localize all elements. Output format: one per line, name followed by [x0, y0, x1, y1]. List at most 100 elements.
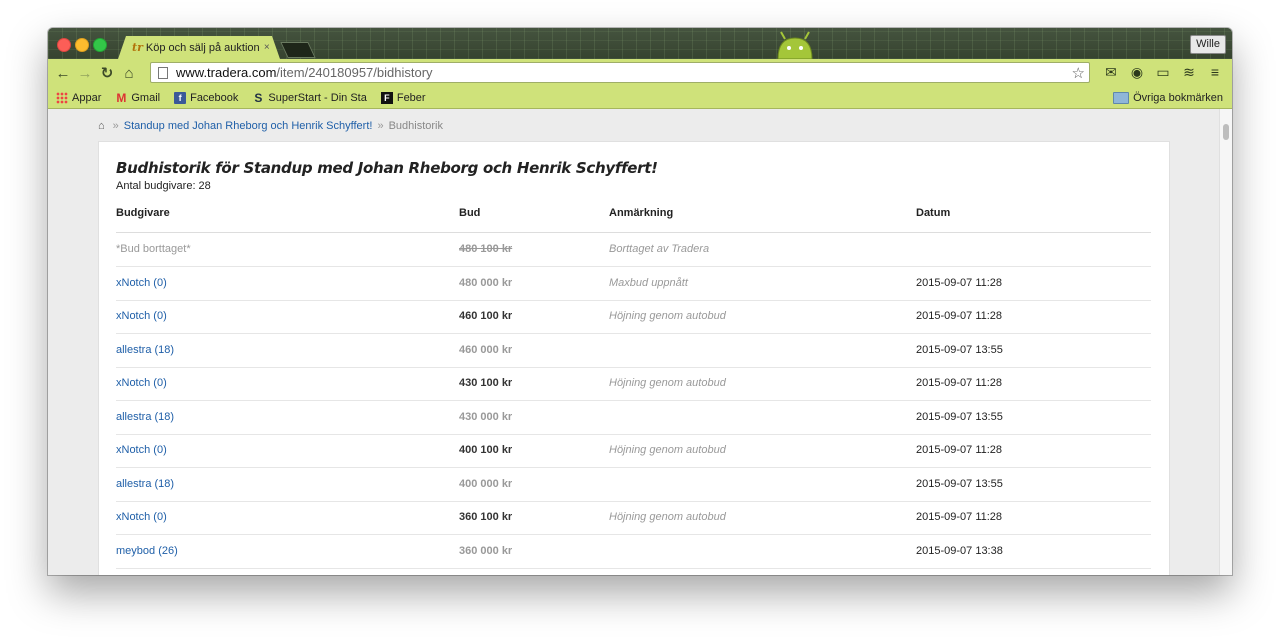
- feber-icon: F: [380, 91, 393, 104]
- bid-amount: 400 000 kr: [459, 477, 513, 490]
- tab-close-icon[interactable]: ×: [264, 42, 270, 53]
- minimize-window-button[interactable]: [75, 38, 89, 52]
- breadcrumb: ⌂ » Standup med Johan Rheborg och Henrik…: [98, 120, 443, 132]
- breadcrumb-separator: »: [377, 120, 384, 132]
- bid-date: 2015-09-07 11:28: [916, 276, 1003, 289]
- bidder-link[interactable]: xNotch (0): [116, 444, 167, 456]
- scrollbar-thumb[interactable]: [1223, 124, 1229, 140]
- apps-icon: [56, 91, 68, 104]
- address-bar[interactable]: www.tradera.com/item/240180957/bidhistor…: [150, 62, 1090, 83]
- tradera-favicon-icon: tr: [132, 41, 143, 54]
- bid-history-panel: Budhistorik för Standup med Johan Rhebor…: [98, 141, 1170, 575]
- bookmark-feber[interactable]: F Feber: [380, 91, 426, 104]
- home-icon[interactable]: ⌂: [98, 120, 105, 132]
- back-arrow-icon[interactable]: ←: [52, 65, 74, 82]
- breadcrumb-separator: »: [112, 120, 119, 132]
- table-row: xNotch (0) 400 100 kr Höjning genom autobu…: [116, 434, 1151, 468]
- bidder-link[interactable]: allestra (18): [116, 478, 174, 490]
- tab-title: Köp och sälj på auktion &: [145, 41, 262, 54]
- tab-strip: tr Köp och sälj på auktion & × Wille: [48, 28, 1232, 59]
- table-row: xNotch (0) 430 100 kr Höjning genom autobu…: [116, 367, 1151, 401]
- bid-note: Höjning genom autobud: [609, 444, 726, 456]
- home-icon[interactable]: ⌂: [118, 65, 140, 82]
- header-note: Anmärkning: [609, 207, 674, 219]
- cast-icon[interactable]: ▭: [1154, 63, 1172, 81]
- bid-note: Höjning genom autobud: [609, 310, 726, 322]
- bidder-link[interactable]: allestra (18): [116, 411, 174, 423]
- bookmarks-bar: Appar M Gmail f Facebook S SuperStart - …: [48, 87, 1232, 109]
- bid-note: Maxbud uppnått: [609, 276, 688, 289]
- bid-amount: 360 000 kr: [459, 544, 513, 557]
- new-tab-button[interactable]: [280, 42, 316, 58]
- zoom-window-button[interactable]: [93, 38, 107, 52]
- bookmark-facebook[interactable]: f Facebook: [174, 91, 239, 104]
- bid-note: Höjning genom autobud: [609, 377, 726, 389]
- bid-date: 2015-09-07 11:28: [916, 310, 1003, 322]
- bid-amount: 400 100 kr: [459, 444, 513, 456]
- profile-button[interactable]: Wille: [1190, 35, 1226, 54]
- active-tab[interactable]: tr Köp och sälj på auktion & ×: [118, 36, 280, 59]
- bidder-link[interactable]: xNotch (0): [116, 377, 167, 389]
- close-window-button[interactable]: [57, 38, 71, 52]
- table-row: xNotch (0) 460 100 kr Höjning genom autobu…: [116, 300, 1151, 334]
- header-bid: Bud: [459, 207, 481, 219]
- android-theme-icon: [777, 31, 813, 59]
- reload-icon[interactable]: ↻: [96, 64, 118, 82]
- bid-note: Höjning genom autobud: [609, 511, 726, 523]
- bookmark-label: Feber: [396, 91, 426, 104]
- extension-icon[interactable]: ◉: [1128, 63, 1146, 81]
- bid-date: 2015-09-07 11:28: [916, 444, 1003, 456]
- table-header: Budgivare Bud Anmärkning Datum: [116, 207, 1151, 233]
- bookmark-gmail[interactable]: M Gmail: [115, 90, 161, 105]
- page-content: ⌂ » Standup med Johan Rheborg och Henrik…: [48, 109, 1220, 575]
- bid-amount: 360 100 kr: [459, 511, 513, 523]
- page-icon: [158, 66, 168, 79]
- gmail-extension-icon[interactable]: ✉: [1102, 63, 1120, 81]
- bidder-link[interactable]: xNotch (0): [116, 511, 167, 523]
- menu-icon[interactable]: ≡: [1206, 63, 1224, 81]
- bid-date: 2015-09-07 13:55: [916, 477, 1003, 490]
- table-row: allestra (18) 430 000 kr 2015-09-07 13:55: [116, 401, 1151, 435]
- table-row: *Bud borttaget* 480 100 kr Borttaget av Tr…: [116, 233, 1151, 267]
- folder-icon: [1113, 91, 1130, 104]
- bookmark-star-icon[interactable]: ☆: [1072, 64, 1085, 82]
- bid-date: 2015-09-07 13:55: [916, 343, 1003, 356]
- buffer-icon[interactable]: ≋: [1180, 63, 1198, 81]
- bookmark-label: Appar: [72, 91, 102, 104]
- bid-date: 2015-09-07 13:55: [916, 410, 1003, 423]
- bookmark-label: Facebook: [190, 91, 239, 104]
- table-row: allestra (18) 460 000 kr 2015-09-07 13:55: [116, 334, 1151, 368]
- table-row: meybod (26) 360 000 kr 2015-09-07 13:38: [116, 535, 1151, 569]
- url-path: /item/240180957/bidhistory: [276, 65, 433, 80]
- forward-arrow-icon[interactable]: →: [74, 65, 96, 82]
- bookmark-label: SuperStart - Din Sta: [268, 91, 367, 104]
- scrollbar[interactable]: [1219, 109, 1232, 575]
- url-host: www.tradera.com: [176, 65, 277, 80]
- other-bookmarks-label: Övriga bokmärken: [1133, 91, 1223, 104]
- bid-amount: 430 000 kr: [459, 410, 513, 423]
- bid-date: 2015-09-07 11:28: [916, 511, 1003, 523]
- bid-amount: 460 100 kr: [459, 310, 513, 322]
- breadcrumb-item-link[interactable]: Standup med Johan Rheborg och Henrik Sch…: [124, 120, 373, 132]
- bid-amount: 480 100 kr: [459, 243, 513, 255]
- gmail-icon: M: [116, 90, 127, 105]
- bookmark-superstart[interactable]: S SuperStart - Din Sta: [252, 91, 367, 105]
- header-date: Datum: [916, 207, 951, 219]
- bookmark-apps[interactable]: Appar: [56, 91, 102, 104]
- browser-toolbar: ← → ↻ ⌂ www.tradera.com/item/240180957/b…: [48, 59, 1232, 87]
- extensions-area: ✉ ◉ ▭ ≋ ≡: [1102, 63, 1224, 81]
- bookmark-label: Gmail: [131, 91, 161, 104]
- other-bookmarks[interactable]: Övriga bokmärken: [1113, 91, 1223, 104]
- bidder-link[interactable]: xNotch (0): [116, 310, 167, 322]
- bidder-link[interactable]: xNotch (0): [116, 277, 167, 289]
- bidder-link[interactable]: allestra (18): [116, 344, 174, 356]
- page-title: Budhistorik för Standup med Johan Rhebor…: [116, 159, 658, 177]
- url-text: www.tradera.com/item/240180957/bidhistor…: [176, 65, 433, 80]
- bid-amount: 480 000 kr: [459, 276, 513, 289]
- bidder-link[interactable]: meybod (26): [116, 545, 178, 557]
- bid-date: 2015-09-07 13:38: [916, 544, 1003, 557]
- facebook-icon: f: [174, 91, 187, 104]
- breadcrumb-current: Budhistorik: [388, 120, 443, 132]
- header-bidder: Budgivare: [116, 207, 170, 219]
- bid-amount: 460 000 kr: [459, 343, 513, 356]
